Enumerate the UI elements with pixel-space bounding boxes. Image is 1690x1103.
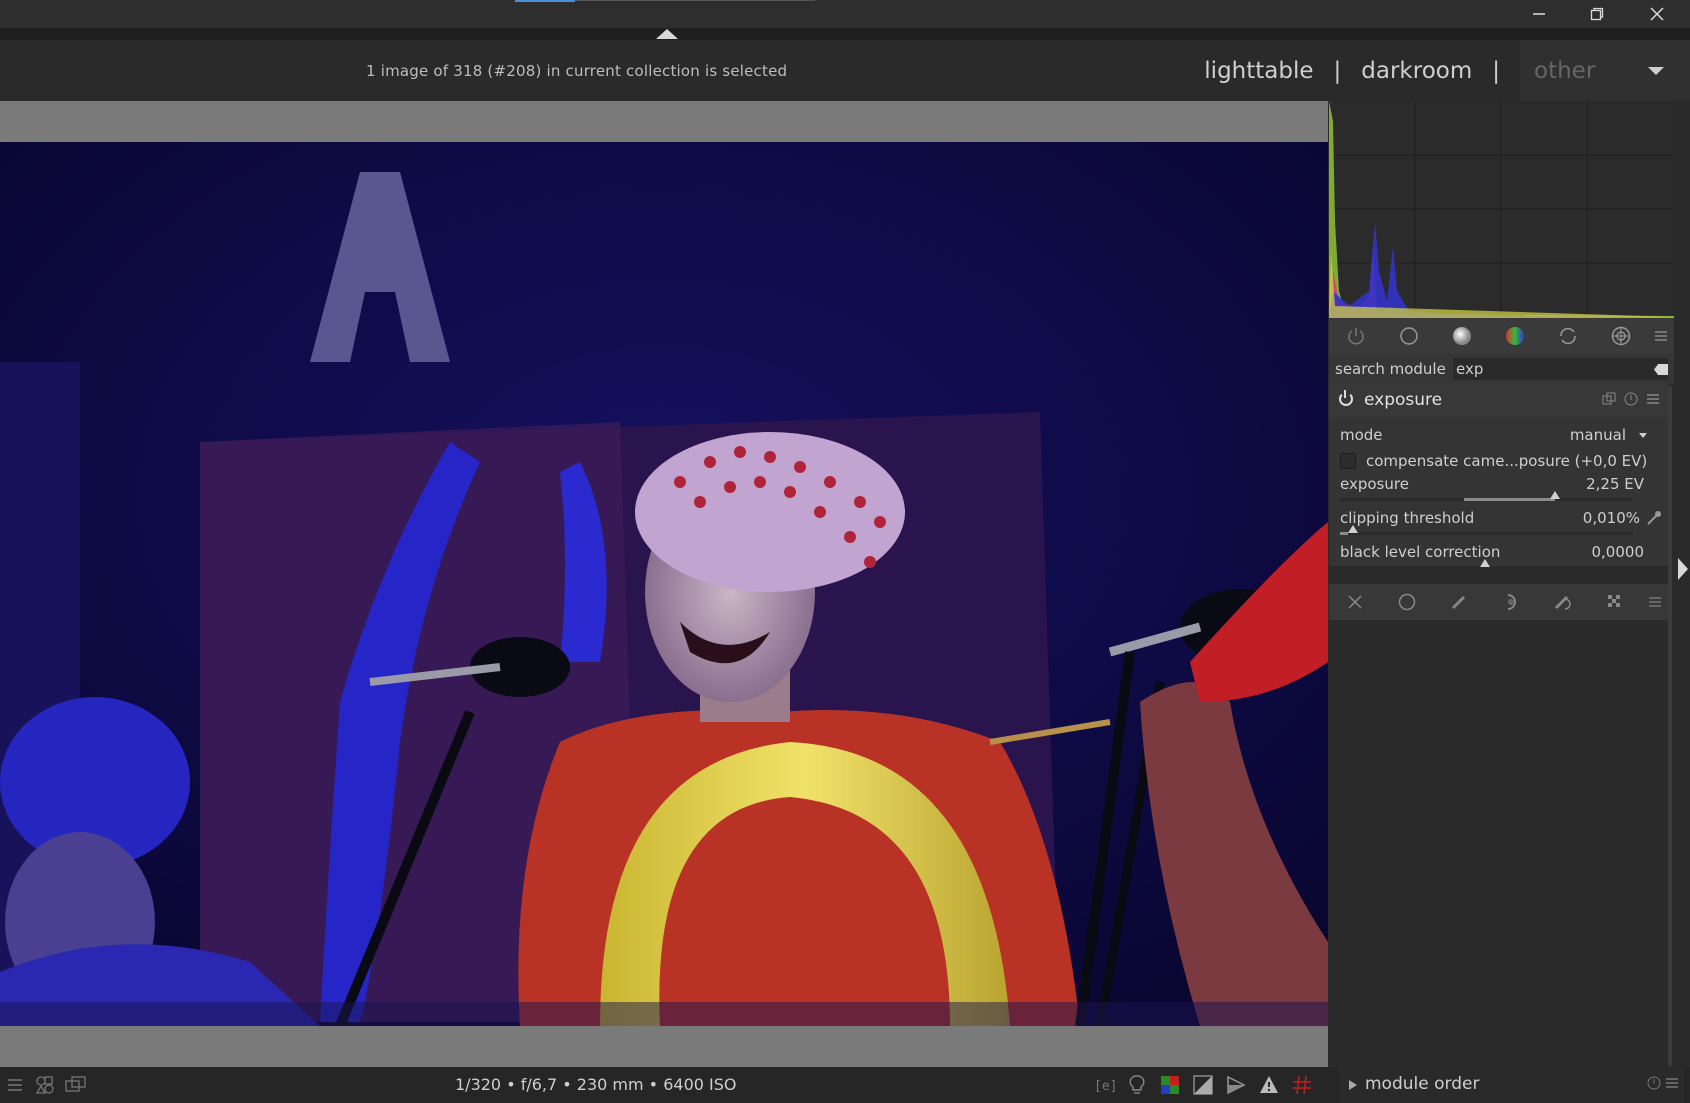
parametric-mask-icon[interactable] bbox=[1485, 584, 1537, 620]
mode-label: mode bbox=[1340, 426, 1383, 444]
exposure-slider-value: 2,25 EV bbox=[1586, 475, 1644, 493]
view-darkroom[interactable]: darkroom bbox=[1361, 58, 1472, 84]
black-level-label: black level correction bbox=[1340, 543, 1501, 561]
view-lighttable[interactable]: lighttable bbox=[1204, 58, 1313, 84]
exposure-slider-fill bbox=[1464, 498, 1555, 501]
color-picker-icon[interactable] bbox=[1646, 510, 1662, 526]
view-separator: | bbox=[1492, 57, 1500, 84]
module-search-row: search module bbox=[1329, 354, 1674, 384]
raster-mask-icon[interactable] bbox=[1589, 584, 1641, 620]
module-name: exposure bbox=[1364, 390, 1443, 410]
view-separator: | bbox=[1333, 57, 1342, 84]
multi-instance-icon[interactable] bbox=[1602, 392, 1616, 406]
black-level-value: 0,0000 bbox=[1591, 543, 1645, 561]
image-canvas[interactable] bbox=[0, 101, 1328, 1067]
clipping-slider-fill bbox=[1340, 532, 1348, 535]
top-panel-toggle-strip bbox=[0, 28, 1690, 40]
chevron-down-icon bbox=[1639, 433, 1647, 438]
close-icon[interactable] bbox=[1629, 0, 1685, 28]
clipping-threshold-value: 0,010% bbox=[1582, 509, 1640, 527]
selection-info: 1 image of 318 (#208) in current collect… bbox=[366, 62, 788, 80]
module-order-presets-icon[interactable] bbox=[1665, 1076, 1679, 1094]
right-panel: search module exposure mode manual compe… bbox=[1329, 101, 1674, 1067]
exposure-slider-label: exposure bbox=[1340, 475, 1409, 493]
clipping-threshold-label: clipping threshold bbox=[1340, 509, 1475, 527]
correct-icon[interactable] bbox=[1541, 318, 1594, 354]
mode-select[interactable]: manual bbox=[1570, 426, 1626, 444]
uniform-mask-icon[interactable] bbox=[1381, 584, 1433, 620]
quick-access-menu-icon[interactable] bbox=[4, 1075, 26, 1095]
darkroom-toggles: [e] bbox=[1092, 1073, 1314, 1097]
softproof-icon[interactable] bbox=[1224, 1073, 1248, 1097]
expand-arrow-icon bbox=[1349, 1080, 1357, 1090]
focus-peaking-icon[interactable]: [e] bbox=[1092, 1073, 1116, 1097]
compensate-exposure-label: compensate came...posure (+0,0 EV) bbox=[1366, 452, 1648, 470]
window-titlebar bbox=[0, 0, 1690, 28]
exposure-slider-handle[interactable] bbox=[1550, 491, 1560, 499]
clipping-threshold-slider[interactable] bbox=[1340, 525, 1633, 535]
color-assessment-icon[interactable] bbox=[1125, 1073, 1149, 1097]
image-exif-info: 1/320 • f/6,7 • 230 mm • 6400 ISO bbox=[455, 1075, 737, 1094]
clipping-indicator-icon[interactable] bbox=[1191, 1073, 1215, 1097]
chevron-down-icon bbox=[1648, 67, 1664, 75]
second-window-icon[interactable] bbox=[65, 1075, 87, 1095]
header-bar: 1 image of 318 (#208) in current collect… bbox=[0, 40, 1690, 101]
module-groups-bar bbox=[1329, 318, 1674, 354]
module-order-label: module order bbox=[1365, 1074, 1480, 1094]
presets-menu-icon[interactable] bbox=[1646, 392, 1660, 406]
tone-icon[interactable] bbox=[1435, 318, 1488, 354]
collapse-right-panel-icon[interactable] bbox=[1678, 558, 1688, 580]
mask-off-icon[interactable] bbox=[1329, 584, 1381, 620]
collapse-top-panel-icon[interactable] bbox=[656, 29, 678, 39]
photo-preview bbox=[0, 142, 1328, 1026]
bottom-bar: 1/320 • f/6,7 • 230 mm • 6400 ISO [e] mo… bbox=[0, 1067, 1690, 1103]
black-level-slider[interactable] bbox=[1340, 559, 1633, 569]
search-module-input[interactable] bbox=[1453, 358, 1668, 380]
compensate-exposure-checkbox[interactable] bbox=[1340, 453, 1356, 469]
drawn-parametric-mask-icon[interactable] bbox=[1537, 584, 1589, 620]
styles-icon[interactable] bbox=[34, 1075, 56, 1095]
circle-icon[interactable] bbox=[1382, 318, 1435, 354]
minimize-icon[interactable] bbox=[1511, 0, 1567, 28]
view-switcher: lighttable | darkroom | other bbox=[1204, 40, 1690, 101]
photo-image bbox=[0, 142, 1328, 1026]
exposure-module-header[interactable]: exposure bbox=[1329, 382, 1668, 418]
effect-icon[interactable] bbox=[1594, 318, 1647, 354]
gamut-check-icon[interactable] bbox=[1257, 1073, 1281, 1097]
histogram[interactable] bbox=[1329, 101, 1674, 318]
module-header-icons bbox=[1602, 392, 1660, 406]
exposure-module-body: mode manual compensate came...posure (+0… bbox=[1329, 418, 1668, 569]
drawn-mask-icon[interactable] bbox=[1433, 584, 1485, 620]
reset-icon[interactable] bbox=[1624, 392, 1638, 406]
active-tab-indicator bbox=[515, 0, 575, 2]
svg-text:[e]: [e] bbox=[1094, 1079, 1115, 1094]
module-order-section[interactable]: module order bbox=[1339, 1067, 1684, 1103]
color-icon[interactable] bbox=[1488, 318, 1541, 354]
blend-mask-bar bbox=[1329, 584, 1668, 620]
power-icon[interactable] bbox=[1329, 318, 1382, 354]
black-level-slider-handle[interactable] bbox=[1480, 559, 1490, 567]
histogram-graph bbox=[1329, 101, 1674, 318]
view-other-dropdown[interactable]: other bbox=[1520, 40, 1690, 101]
module-order-reset-icon[interactable] bbox=[1647, 1076, 1661, 1094]
exposure-slider[interactable] bbox=[1340, 491, 1633, 501]
search-module-label: search module bbox=[1335, 360, 1446, 378]
restore-icon[interactable] bbox=[1569, 0, 1625, 28]
guides-icon[interactable] bbox=[1290, 1073, 1314, 1097]
module-power-icon[interactable] bbox=[1339, 390, 1353, 406]
right-panel-scrollbar[interactable] bbox=[1668, 386, 1672, 1066]
title-tab-strip bbox=[515, 0, 815, 2]
raw-overexposed-icon[interactable] bbox=[1158, 1073, 1182, 1097]
clipping-slider-handle[interactable] bbox=[1348, 525, 1358, 533]
view-other-label: other bbox=[1534, 57, 1596, 84]
menu-icon[interactable] bbox=[1647, 318, 1674, 354]
blend-menu-icon[interactable] bbox=[1641, 584, 1668, 620]
